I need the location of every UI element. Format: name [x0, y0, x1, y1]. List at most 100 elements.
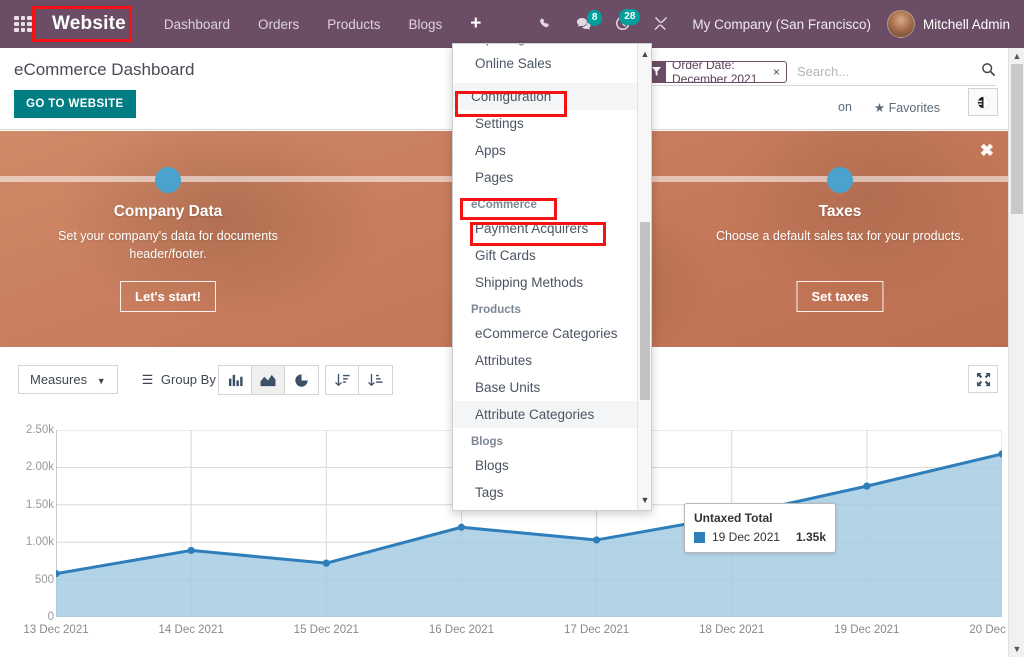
- set-taxes-button[interactable]: Set taxes: [796, 281, 883, 312]
- chart-y-tick-label: 500: [6, 574, 54, 586]
- nav-item-plus[interactable]: +: [456, 11, 495, 37]
- chart-x-tick-label: 15 Dec 2021: [294, 624, 359, 636]
- page-scrollbar-thumb[interactable]: [1011, 64, 1023, 214]
- activities-clock-icon[interactable]: 28: [604, 16, 642, 32]
- chart-type-group: [218, 365, 319, 395]
- search-bar: Order Date: December 2021 ×: [646, 58, 996, 86]
- group-by-label: Group By: [161, 372, 216, 387]
- menu-item-apps[interactable]: Apps: [453, 137, 639, 164]
- user-menu[interactable]: Mitchell Admin: [923, 17, 1010, 32]
- menu-item-attributes[interactable]: Attributes: [453, 347, 639, 374]
- dropdown-section-header: eCommerce: [453, 191, 639, 215]
- messages-badge: 8: [587, 10, 603, 26]
- chart-data-point[interactable]: [863, 483, 870, 490]
- search-input[interactable]: [795, 63, 975, 80]
- dropdown-scrollbar-thumb[interactable]: [640, 222, 650, 400]
- page-title: eCommerce Dashboard: [14, 60, 194, 80]
- step-dot: [827, 167, 853, 193]
- cp-menu-favorites[interactable]: ★ Favorites: [874, 100, 940, 115]
- step-title: Company Data: [0, 203, 336, 221]
- page-scrollbar[interactable]: ▲ ▼: [1008, 48, 1024, 657]
- menu-item-shipping-methods[interactable]: Shipping Methods: [453, 269, 639, 296]
- apps-grid-icon[interactable]: [14, 16, 32, 32]
- line-chart-icon[interactable]: [252, 366, 285, 394]
- chart-x-tick-label: 19 Dec 2021: [834, 624, 899, 636]
- view-switcher-button[interactable]: [968, 88, 998, 116]
- step-description: Set your company's data for documents he…: [40, 227, 295, 263]
- search-facet-order-date[interactable]: Order Date: December 2021 ×: [646, 61, 787, 83]
- tooltip-title: Untaxed Total: [694, 511, 826, 525]
- chart-x-tick-label: 13 Dec 2021: [23, 624, 88, 636]
- chart-y-tick-label: 1.00k: [6, 536, 54, 548]
- chart-data-point[interactable]: [323, 560, 330, 567]
- nav-item-orders[interactable]: Orders: [244, 11, 313, 38]
- top-navbar: Website Dashboard Orders Products Blogs …: [0, 0, 1024, 48]
- chart-x-tick-label: 14 Dec 2021: [159, 624, 224, 636]
- company-selector[interactable]: My Company (San Francisco): [680, 17, 883, 32]
- nav-item-blogs[interactable]: Blogs: [395, 11, 457, 38]
- scroll-down-icon[interactable]: ▼: [638, 492, 652, 508]
- chevron-down-icon: ▼: [97, 376, 106, 386]
- navbar-right-group: 8 28 My Company (San Francisco) Mitchell…: [528, 10, 1024, 38]
- pie-chart-icon[interactable]: [285, 366, 318, 394]
- go-to-website-button[interactable]: GO TO WEBSITE: [14, 90, 136, 118]
- search-facet-remove-icon[interactable]: ×: [773, 65, 786, 79]
- tooltip-label: 19 Dec 2021: [712, 530, 780, 544]
- user-avatar[interactable]: [887, 10, 915, 38]
- measures-button[interactable]: Measures ▼: [18, 365, 118, 394]
- expand-icon[interactable]: [968, 365, 998, 393]
- chart-x-tick-label: 16 Dec 2021: [429, 624, 494, 636]
- close-icon[interactable]: ✖: [980, 141, 994, 161]
- sort-ascending-icon[interactable]: [326, 366, 359, 394]
- menu-item-pages[interactable]: Pages: [453, 164, 639, 191]
- step-description: Choose a default sales tax for your prod…: [712, 227, 967, 245]
- chart-y-tick-label: 2.00k: [6, 461, 54, 473]
- developer-tools-icon[interactable]: [642, 16, 680, 32]
- tooltip-value: 1.35k: [796, 530, 826, 544]
- menu-item-gift-cards[interactable]: Gift Cards: [453, 242, 639, 269]
- messages-icon[interactable]: 8: [565, 17, 604, 32]
- phone-icon[interactable]: [528, 17, 565, 32]
- menu-item-ecommerce-categories[interactable]: eCommerce Categories: [453, 320, 639, 347]
- activities-badge: 28: [619, 9, 640, 25]
- cp-menu-comparison[interactable]: on: [838, 100, 852, 114]
- chart-data-point[interactable]: [188, 547, 195, 554]
- sort-descending-icon[interactable]: [359, 366, 392, 394]
- onboarding-step-taxes: Taxes Choose a default sales tax for you…: [672, 131, 1008, 347]
- chart-data-point[interactable]: [593, 536, 600, 543]
- chart-data-point[interactable]: [458, 524, 465, 531]
- dropdown-menu-items: ReportingOnline Sales ConfigurationSettin…: [453, 43, 639, 506]
- chart-x-tick-label: 17 Dec 2021: [564, 624, 629, 636]
- scroll-up-icon[interactable]: ▲: [638, 46, 652, 62]
- chart-tooltip: Untaxed Total 19 Dec 2021 1.35k: [684, 503, 836, 553]
- onboarding-step-company-data: Company Data Set your company's data for…: [0, 131, 336, 347]
- search-icon[interactable]: [975, 62, 996, 81]
- chart-y-tick-label: 1.50k: [6, 499, 54, 511]
- nav-item-dashboard[interactable]: Dashboard: [150, 11, 244, 38]
- page-scroll-up-icon[interactable]: ▲: [1009, 48, 1024, 64]
- sort-group: [325, 365, 393, 395]
- chart-x-axis: 13 Dec 2021 14 Dec 2021 15 Dec 2021 16 Dec …: [0, 622, 1008, 646]
- website-dropdown-menu: ReportingOnline Sales ConfigurationSettin…: [452, 43, 652, 511]
- dropdown-section-header: Reporting: [453, 43, 639, 50]
- dropdown-scrollbar[interactable]: ▲ ▼: [637, 44, 651, 510]
- page-scroll-down-icon[interactable]: ▼: [1009, 641, 1024, 657]
- nav-item-products[interactable]: Products: [313, 11, 394, 38]
- menu-item-settings[interactable]: Settings: [453, 110, 639, 137]
- menu-item-tags[interactable]: Tags: [453, 479, 639, 506]
- menu-item-payment-acquirers[interactable]: Payment Acquirers: [453, 215, 639, 242]
- dropdown-section-header: Products: [453, 296, 639, 320]
- menu-item-base-units[interactable]: Base Units: [453, 374, 639, 401]
- step-dot: [155, 167, 181, 193]
- list-icon: ☰: [142, 372, 154, 387]
- app-brand-website[interactable]: Website: [42, 10, 136, 38]
- bar-chart-icon[interactable]: [219, 366, 252, 394]
- menu-item-configuration[interactable]: Configuration: [453, 83, 639, 110]
- menu-item-attribute-categories[interactable]: Attribute Categories: [453, 401, 639, 428]
- menu-item-online-sales[interactable]: Online Sales: [453, 50, 639, 77]
- lets-start-button[interactable]: Let's start!: [120, 281, 216, 312]
- step-title: Taxes: [672, 203, 1008, 221]
- dropdown-section-header: Blogs: [453, 428, 639, 452]
- menu-item-blogs[interactable]: Blogs: [453, 452, 639, 479]
- tooltip-color-swatch: [694, 532, 705, 543]
